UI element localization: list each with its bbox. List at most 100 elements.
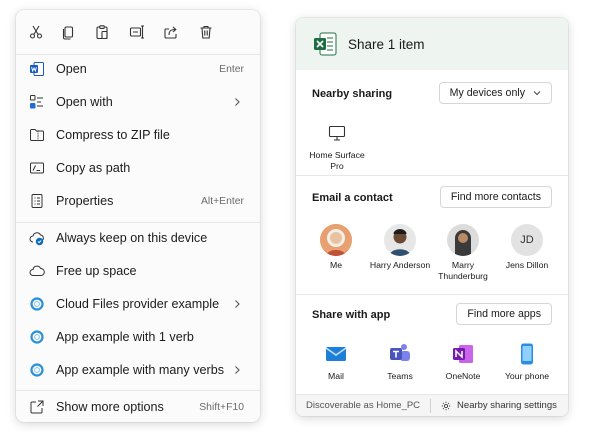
show-more-icon [28, 398, 46, 416]
share-button[interactable] [157, 18, 185, 46]
menu-item-show-more-options[interactable]: Show more options Shift+F10 [20, 391, 256, 423]
contact-name: Me [329, 260, 343, 270]
delete-button[interactable] [192, 18, 220, 46]
discoverable-text: Discoverable as Home_PC [306, 400, 421, 411]
avatar-initials: JD [520, 234, 534, 246]
button-label: Find more apps [467, 308, 541, 320]
context-toolbar [16, 10, 260, 50]
menu-item-always-keep[interactable]: Always keep on this device [20, 222, 256, 254]
app-name: Your phone [504, 371, 550, 381]
cloud-icon [28, 262, 46, 280]
chevron-right-icon [235, 98, 240, 106]
find-more-apps-button[interactable]: Find more apps [456, 303, 552, 325]
contact-name: Harry Anderson [369, 260, 431, 270]
find-more-contacts-button[interactable]: Find more contacts [439, 186, 552, 208]
menu-item-compress-zip[interactable]: Compress to ZIP file [20, 119, 256, 151]
app-name: Teams [387, 371, 413, 381]
properties-icon [28, 192, 46, 210]
zip-folder-icon [28, 126, 46, 144]
divider [430, 398, 432, 413]
app-tile-onenote[interactable]: OneNote [432, 341, 494, 382]
delete-icon [200, 25, 212, 39]
shortcut-text: Alt+Enter [200, 195, 244, 207]
context-menu: Open Enter Open with Compress to ZIP fil… [16, 10, 260, 422]
app-name: OneNote [445, 371, 481, 381]
shortcut-text: Enter [219, 63, 244, 75]
menu-item-label: Always keep on this device [56, 231, 208, 245]
cut-icon [29, 25, 43, 39]
rename-button[interactable] [123, 18, 151, 46]
share-with-app-label: Share with app [312, 309, 391, 321]
app-tile-mail[interactable]: Mail [305, 341, 367, 382]
app-tile-teams[interactable]: Teams [369, 341, 431, 382]
rename-icon [129, 25, 144, 39]
menu-item-label: Open [56, 62, 87, 76]
dropdown-value: My devices only [449, 87, 525, 99]
cut-button[interactable] [22, 18, 50, 46]
contact-name: Marry Thunderburg [438, 260, 488, 281]
device-tile[interactable]: Home Surface Pro [306, 120, 368, 172]
menu-item-label: Free up space [56, 264, 137, 278]
copy-path-icon [28, 159, 46, 177]
menu-item-cloud-files-provider[interactable]: Cloud Files provider example [20, 288, 256, 320]
divider [296, 175, 568, 176]
share-header: Share 1 item [296, 18, 568, 70]
menu-item-app-example-1-verb[interactable]: App example with 1 verb [20, 321, 256, 353]
app-name: Mail [328, 371, 344, 381]
word-doc-icon [28, 60, 46, 78]
ring-icon [28, 328, 46, 346]
menu-item-app-example-many-verbs[interactable]: App example with many verbs [20, 354, 256, 386]
menu-item-label: Show more options [56, 400, 164, 414]
menu-item-label: Properties [56, 194, 114, 208]
gear-icon [441, 401, 451, 410]
avatar: JD [511, 224, 543, 256]
share-icon [164, 26, 177, 39]
onenote-icon [450, 341, 476, 367]
chevron-right-icon [235, 366, 240, 374]
menu-item-free-up-space[interactable]: Free up space [20, 255, 256, 287]
monitor-icon [324, 120, 350, 146]
avatar [320, 224, 352, 256]
button-label: Find more contacts [450, 191, 541, 203]
contact-tile[interactable]: Marry Thunderburg [432, 224, 494, 282]
avatar [384, 224, 416, 256]
menu-item-label: Cloud Files provider example [56, 297, 220, 311]
menu-item-label: Copy as path [56, 161, 131, 175]
ring-icon [28, 361, 46, 379]
paste-button[interactable] [88, 18, 116, 46]
app-tile-your-phone[interactable]: Your phone [496, 341, 558, 382]
avatar [447, 224, 479, 256]
divider [296, 294, 568, 295]
share-panel: Share 1 item Nearby sharing My devices o… [296, 18, 568, 416]
nearby-sharing-label: Nearby sharing [312, 88, 393, 100]
excel-file-icon [314, 32, 337, 56]
contact-tile[interactable]: Harry Anderson [369, 224, 431, 271]
menu-item-label: Open with [56, 95, 113, 109]
copy-icon [62, 26, 74, 40]
shortcut-text: Shift+F10 [199, 401, 244, 413]
contact-name: Jens Dillon [505, 260, 549, 270]
chevron-down-icon [533, 91, 541, 96]
ring-icon [28, 295, 46, 313]
cloud-check-icon [28, 229, 46, 247]
menu-item-copy-as-path[interactable]: Copy as path [20, 152, 256, 184]
paste-icon [96, 25, 108, 40]
contact-tile[interactable]: Me [305, 224, 367, 271]
open-with-icon [28, 93, 46, 111]
menu-item-label: App example with many verbs [56, 363, 224, 377]
menu-item-properties[interactable]: Properties Alt+Enter [20, 185, 256, 217]
menu-item-label: Compress to ZIP file [56, 128, 170, 142]
share-title: Share 1 item [348, 36, 425, 52]
device-name: Home Surface Pro [309, 150, 365, 171]
copy-button[interactable] [54, 18, 82, 46]
nearby-visibility-dropdown[interactable]: My devices only [438, 82, 552, 104]
menu-item-open[interactable]: Open Enter [20, 53, 256, 85]
email-contact-label: Email a contact [312, 192, 393, 204]
mail-icon [323, 341, 349, 367]
menu-item-label: App example with 1 verb [56, 330, 194, 344]
chevron-right-icon [235, 300, 240, 308]
contact-tile[interactable]: JD Jens Dillon [496, 224, 558, 271]
phone-icon [514, 341, 540, 367]
nearby-settings-link[interactable]: Nearby sharing settings [457, 400, 557, 411]
menu-item-open-with[interactable]: Open with [20, 86, 256, 118]
